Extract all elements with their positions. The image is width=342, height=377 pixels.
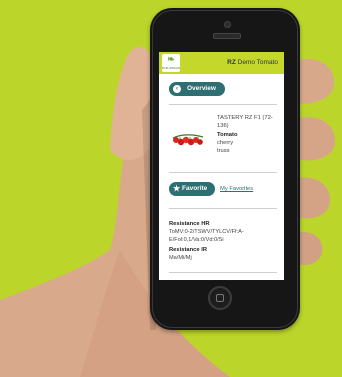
photo-scene: ❧ RIJK ZWAAN RZ Demo Tomato ‹ Overview T… — [0, 0, 342, 377]
chevron-left-icon: ‹ — [173, 85, 181, 93]
star-icon: ★ — [173, 184, 181, 193]
divider — [169, 208, 277, 209]
finger-2 — [298, 117, 336, 161]
finger-1 — [296, 58, 335, 104]
resistance-hr-title: Resistance HR — [169, 221, 210, 227]
product-image — [172, 134, 204, 146]
product-crop: Tomato — [217, 132, 238, 138]
finger-3 — [298, 177, 330, 219]
smartphone: ❧ RIJK ZWAAN RZ Demo Tomato ‹ Overview T… — [150, 8, 300, 330]
product-name: TASTERY RZ F1 (72-136) — [217, 115, 273, 129]
app-title-rest: Demo Tomato — [237, 59, 278, 66]
favorite-button[interactable]: ★ Favorite — [169, 182, 215, 196]
favorite-label: Favorite — [182, 185, 208, 192]
brand-logo-mark: ❧ — [167, 54, 175, 64]
product-shape: truss — [217, 148, 230, 154]
brand-logo-text: RIJK ZWAAN — [162, 66, 181, 70]
front-camera — [224, 21, 231, 28]
resistance-ir-title: Resistance IR — [169, 247, 208, 253]
my-favorites-link[interactable]: My Favorites — [220, 185, 253, 193]
earpiece-speaker — [213, 33, 241, 39]
app-title: RZ Demo Tomato — [227, 58, 278, 68]
resistance-hr-text: ToMV:0-2/TSWV/TYLCV/Ff:A-E/Fol:0,1/Va:0/… — [169, 229, 244, 243]
product-type: cherry — [217, 140, 234, 146]
resistance-ir-text: Ma/Mi/Mj — [169, 255, 192, 261]
divider — [169, 272, 277, 273]
brand-logo: ❧ RIJK ZWAAN — [162, 54, 180, 72]
overview-label: Overview — [187, 85, 216, 92]
overview-button[interactable]: ‹ Overview — [169, 82, 225, 96]
app-header: ❧ RIJK ZWAAN RZ Demo Tomato — [159, 52, 284, 74]
phone-screen: ❧ RIJK ZWAAN RZ Demo Tomato ‹ Overview T… — [159, 52, 284, 280]
finger-4 — [298, 231, 323, 265]
app-title-bold: RZ — [227, 59, 236, 66]
divider — [169, 104, 277, 105]
home-button[interactable] — [208, 286, 232, 310]
divider — [169, 172, 277, 173]
